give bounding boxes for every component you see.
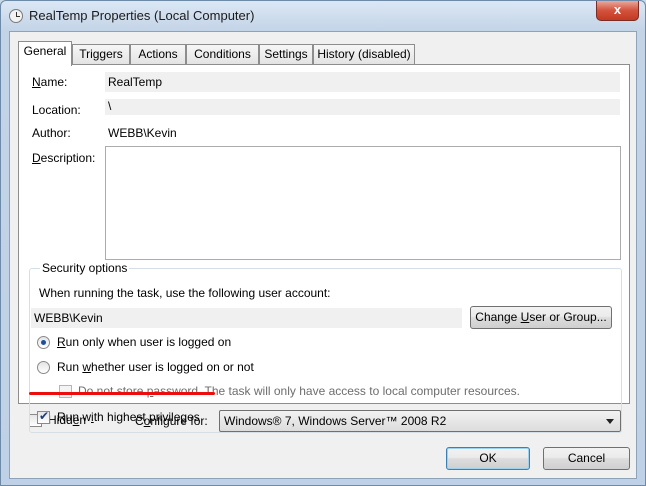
account-prompt: When running the task, use the following… xyxy=(39,286,331,300)
close-button[interactable]: x xyxy=(596,1,639,21)
run-whether-logged-label: Run whether user is logged on or not xyxy=(57,360,254,374)
tab-general[interactable]: General xyxy=(18,41,72,66)
title-bar[interactable]: RealTemp Properties (Local Computer) x xyxy=(1,1,645,31)
author-value: WEBB\Kevin xyxy=(108,126,177,140)
highest-privileges-label: Run with highest privileges xyxy=(57,410,200,424)
clock-icon xyxy=(9,9,23,23)
highest-privileges-checkbox[interactable] xyxy=(37,409,50,424)
tab-settings[interactable]: Settings xyxy=(259,44,313,65)
tab-actions[interactable]: Actions xyxy=(130,44,186,65)
tab-conditions[interactable]: Conditions xyxy=(186,44,259,65)
run-whether-logged-radio[interactable] xyxy=(37,361,50,374)
general-tab-panel: Name: RealTemp Location: \ Author: WEBB\… xyxy=(18,64,630,433)
user-account-field[interactable]: WEBB\Kevin xyxy=(31,308,462,328)
properties-window: RealTemp Properties (Local Computer) x G… xyxy=(0,0,646,486)
security-options-group: Security options When running the task, … xyxy=(29,261,622,433)
tab-triggers[interactable]: Triggers xyxy=(72,44,130,65)
location-label: Location: xyxy=(32,103,81,117)
description-textarea[interactable] xyxy=(105,146,621,260)
cancel-button[interactable]: Cancel xyxy=(543,447,630,470)
window-title: RealTemp Properties (Local Computer) xyxy=(29,8,255,23)
highlight-underline xyxy=(29,392,215,395)
tab-history[interactable]: History (disabled) xyxy=(313,44,415,65)
author-label: Author: xyxy=(32,126,71,140)
do-not-store-password-label: Do not store password. The task will onl… xyxy=(78,384,520,398)
ok-button[interactable]: OK xyxy=(446,447,530,470)
change-user-button[interactable]: Change User or Group... xyxy=(470,306,612,329)
name-label: Name: xyxy=(32,75,68,89)
run-logged-on-label: Run only when user is logged on xyxy=(57,335,232,349)
description-label: Description: xyxy=(32,151,96,165)
dialog-client: General Triggers Actions Conditions Sett… xyxy=(9,31,637,479)
name-field[interactable]: RealTemp xyxy=(105,72,620,92)
run-logged-on-radio[interactable] xyxy=(37,336,50,349)
security-options-title: Security options xyxy=(40,261,130,275)
location-field[interactable]: \ xyxy=(105,99,620,115)
